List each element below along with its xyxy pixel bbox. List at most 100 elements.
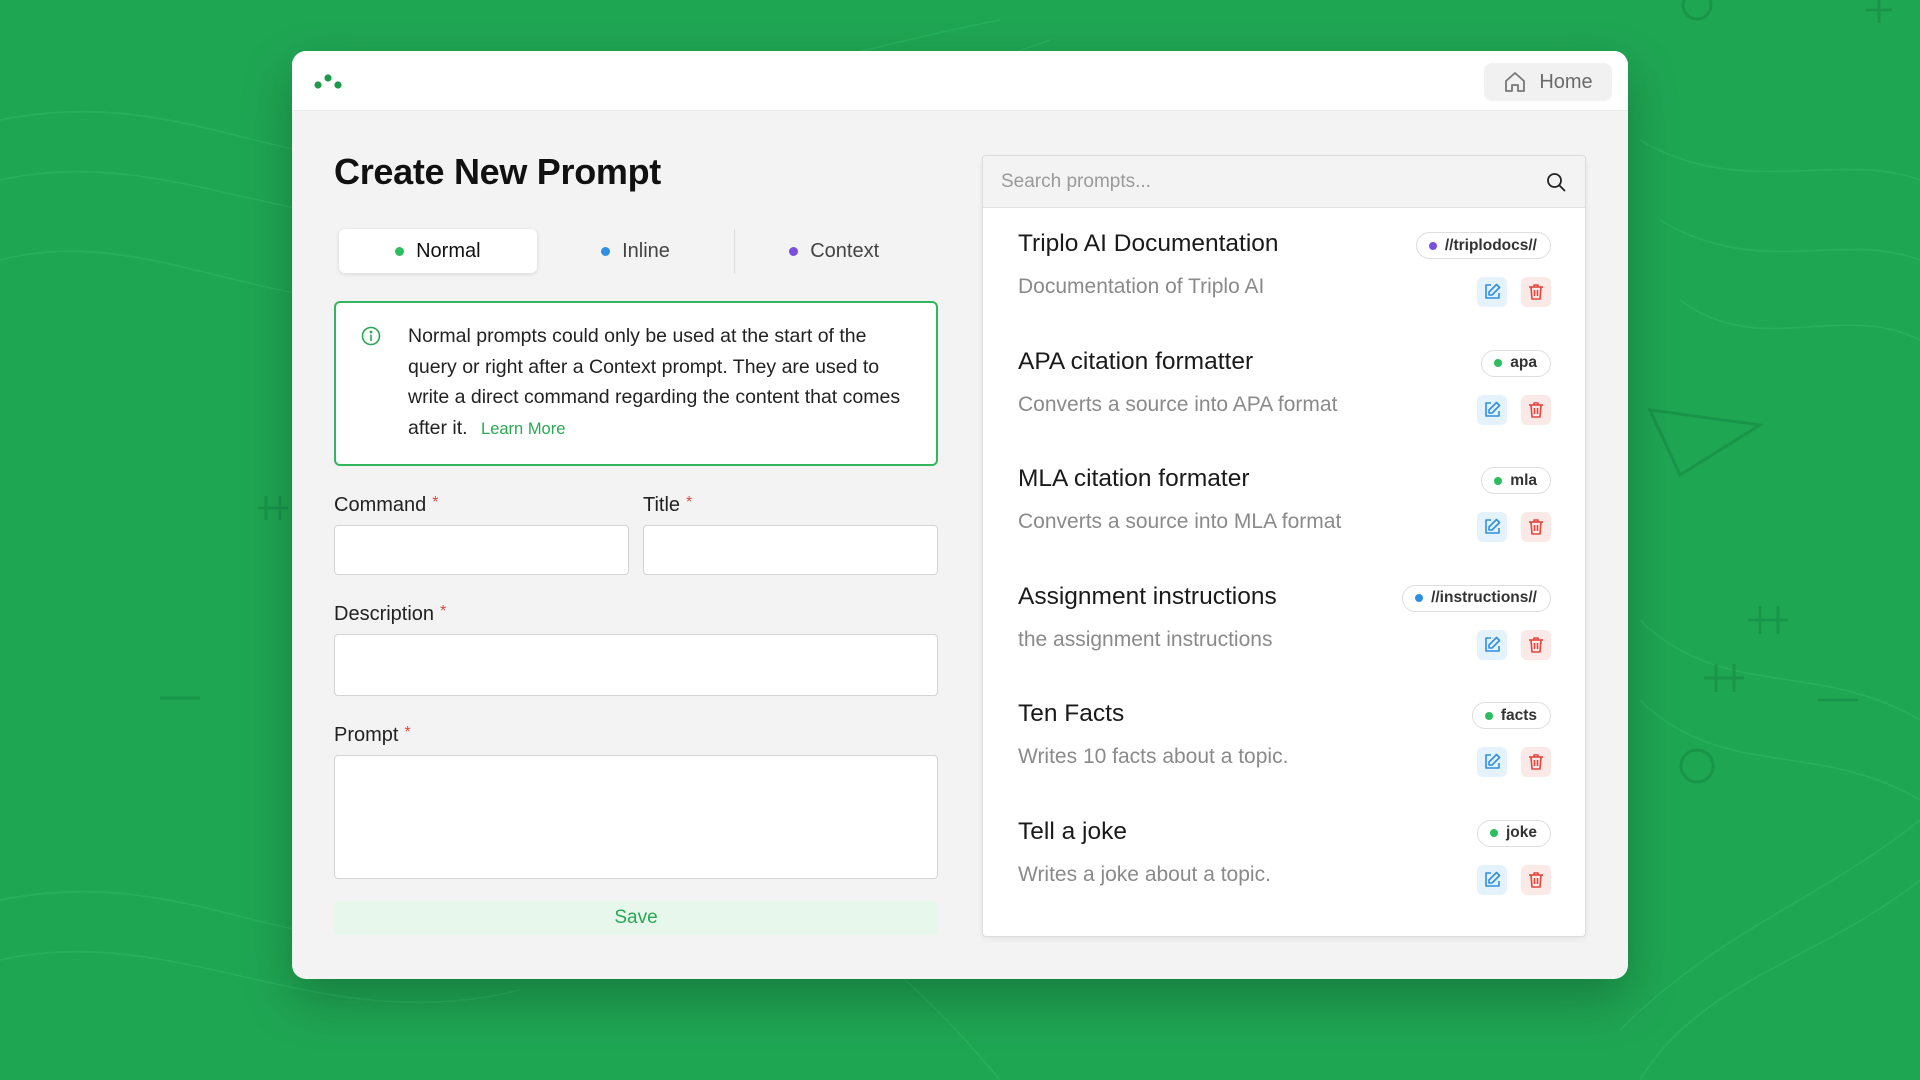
top-bar: Home <box>292 51 1628 111</box>
tag-label: apa <box>1510 354 1537 371</box>
edit-icon <box>1485 518 1501 534</box>
list-item[interactable]: MLA citation formater Converts a source … <box>1018 453 1551 571</box>
green-dot-icon <box>1494 359 1503 367</box>
description-label: Description <box>334 603 435 625</box>
prompt-title: MLA citation formater <box>1018 465 1250 492</box>
title-input[interactable] <box>643 525 938 575</box>
search-icon[interactable] <box>1545 171 1567 193</box>
purple-dot-icon <box>789 246 799 256</box>
blue-dot-icon <box>601 246 611 256</box>
list-item[interactable]: Tell a joke Writes a joke about a topic.… <box>1018 806 1551 924</box>
tag-label: //triplodocs// <box>1444 236 1537 254</box>
info-box: Normal prompts could only be used at the… <box>334 301 938 466</box>
edit-button[interactable] <box>1477 864 1507 895</box>
prompt-textarea[interactable] <box>334 755 938 879</box>
edit-button[interactable] <box>1477 277 1507 307</box>
tab-inline[interactable]: Inline <box>537 229 735 273</box>
prompt-description: Writes 10 facts about a topic. <box>1018 745 1289 768</box>
prompt-description: Converts a source into APA format <box>1018 392 1338 416</box>
tab-normal[interactable]: Normal <box>339 229 537 273</box>
prompt-tag: //instructions// <box>1402 584 1551 612</box>
save-button[interactable]: Save <box>334 901 938 935</box>
prompt-type-tabs: Normal Inline Context <box>334 225 938 277</box>
tab-label: Inline <box>622 239 670 262</box>
delete-button[interactable] <box>1521 277 1551 307</box>
delete-button[interactable] <box>1521 747 1551 777</box>
prompt-title: Tell a joke <box>1018 817 1127 845</box>
home-label: Home <box>1539 70 1593 93</box>
trash-icon <box>1529 401 1543 418</box>
tab-label: Normal <box>416 239 481 262</box>
required-mark: * <box>440 603 447 620</box>
required-mark: * <box>432 494 439 511</box>
edit-icon <box>1485 753 1501 769</box>
command-input[interactable] <box>334 525 629 575</box>
prompt-description: Writes a joke about a topic. <box>1018 862 1271 886</box>
tab-context[interactable]: Context <box>735 229 933 273</box>
prompt-description: the assignment instructions <box>1018 627 1273 651</box>
green-dot-icon <box>1489 829 1498 837</box>
purple-dot-icon <box>1428 241 1437 250</box>
edit-button[interactable] <box>1477 394 1507 425</box>
green-dot-icon <box>1484 711 1493 720</box>
green-dot-icon <box>395 246 405 256</box>
prompt-tag: //triplodocs// <box>1415 232 1551 259</box>
tag-label: joke <box>1505 824 1537 841</box>
create-prompt-form: Create New Prompt Normal Inline Context <box>334 151 938 935</box>
prompt-tag: joke <box>1476 819 1551 847</box>
required-mark: * <box>404 724 411 741</box>
prompt-title: Assignment instructions <box>1018 582 1277 610</box>
edit-button[interactable] <box>1477 747 1507 777</box>
prompt-description: Documentation of Triplo AI <box>1018 275 1265 298</box>
command-field: Command * <box>334 494 629 575</box>
list-item[interactable]: Assignment instructions the assignment i… <box>1018 571 1551 689</box>
learn-more-link[interactable]: Learn More <box>481 420 565 438</box>
search-bar[interactable]: Search prompts... <box>983 156 1585 208</box>
prompt-title: Ten Facts <box>1018 700 1125 727</box>
prompt-tag: mla <box>1481 467 1551 494</box>
tag-label: facts <box>1500 706 1537 724</box>
delete-button[interactable] <box>1521 512 1551 542</box>
description-input[interactable] <box>334 634 938 696</box>
edit-button[interactable] <box>1477 512 1507 542</box>
tab-label: Context <box>810 239 880 262</box>
prompt-tag: apa <box>1481 349 1551 377</box>
home-button[interactable]: Home <box>1484 63 1612 101</box>
prompt-field: Prompt * <box>334 724 938 879</box>
edit-icon <box>1485 401 1501 417</box>
list-item[interactable]: Triplo AI Documentation Documentation of… <box>1018 218 1551 336</box>
trash-icon <box>1529 636 1543 653</box>
command-label: Command <box>334 494 427 516</box>
edit-icon <box>1485 636 1501 652</box>
prompt-title: Triplo AI Documentation <box>1018 230 1279 257</box>
trash-icon <box>1529 754 1543 770</box>
info-icon <box>361 326 381 346</box>
edit-icon <box>1485 283 1501 299</box>
title-field: Title * <box>643 494 938 575</box>
list-item[interactable]: Ten Facts Writes 10 facts about a topic.… <box>1018 688 1551 806</box>
required-mark: * <box>686 494 693 511</box>
tag-label: //instructions// <box>1431 589 1537 606</box>
trash-icon <box>1529 871 1543 888</box>
prompt-list-panel: Search prompts... Triplo AI Documentatio… <box>982 155 1586 937</box>
blue-dot-icon <box>1415 594 1424 602</box>
app-window: Home Create New Prompt Normal Inline Con… <box>292 51 1628 979</box>
green-dot-icon <box>1494 476 1503 485</box>
edit-button[interactable] <box>1477 629 1507 660</box>
trash-icon <box>1529 284 1543 300</box>
delete-button[interactable] <box>1521 394 1551 425</box>
delete-button[interactable] <box>1521 864 1551 895</box>
delete-button[interactable] <box>1521 629 1551 660</box>
prompt-list: Triplo AI Documentation Documentation of… <box>983 208 1585 923</box>
search-input[interactable]: Search prompts... <box>1001 171 1151 193</box>
edit-icon <box>1485 871 1501 887</box>
list-item[interactable]: APA citation formatter Converts a source… <box>1018 336 1551 454</box>
prompt-label: Prompt <box>334 724 399 746</box>
prompt-title: APA citation formatter <box>1018 347 1254 375</box>
prompt-description: Converts a source into MLA format <box>1018 510 1342 533</box>
home-icon <box>1505 72 1526 92</box>
page-title: Create New Prompt <box>334 151 661 192</box>
title-label: Title <box>643 494 681 516</box>
dots-logo-icon <box>314 74 342 89</box>
prompt-tag: facts <box>1471 702 1551 729</box>
